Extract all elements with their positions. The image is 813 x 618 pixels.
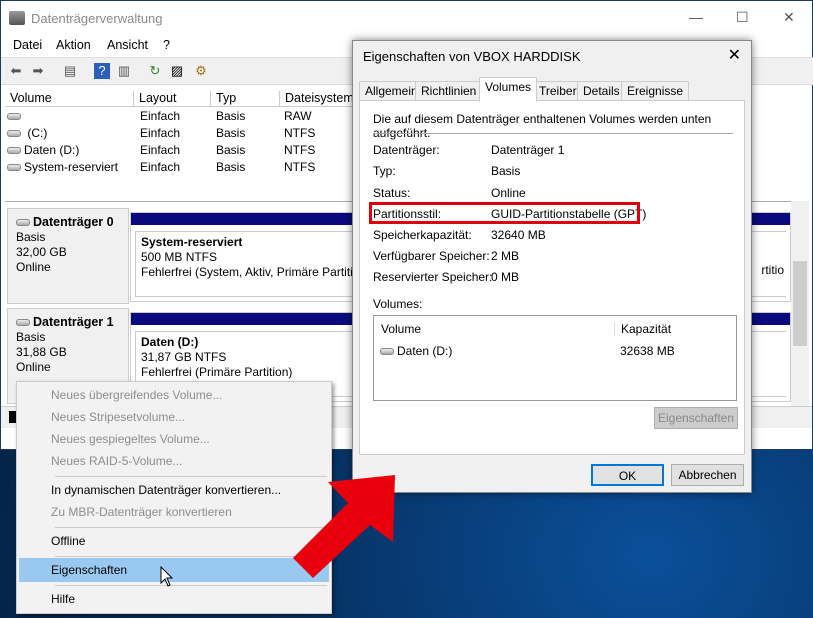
volume-properties-button[interactable]: Eigenschaften (654, 407, 738, 429)
menu-item-help[interactable]: Hilfe (19, 587, 329, 611)
col-volume[interactable]: Volume (5, 91, 52, 107)
menu-item-convert-dynamic[interactable]: In dynamischen Datenträger konvertieren.… (19, 478, 329, 502)
back-icon[interactable]: ⬅ (8, 63, 24, 79)
tab-ereignisse[interactable]: Ereignisse (621, 81, 690, 101)
drive-icon (7, 147, 21, 155)
col-layout[interactable]: Layout (133, 91, 209, 107)
intro-text: Die auf diesem Datenträger enthaltenen V… (373, 112, 712, 140)
drive-icon (7, 130, 21, 138)
col-volume[interactable]: Volume (381, 322, 421, 336)
dialog-title: Eigenschaften von VBOX HARDDISK (363, 49, 581, 64)
settings-icon[interactable]: ⚙ (193, 63, 209, 79)
col-typ[interactable]: Typ (210, 91, 278, 107)
maximize-button[interactable]: ☐ (736, 9, 749, 26)
dialog-close-button[interactable]: ✕ (728, 45, 741, 65)
menu-separator (55, 585, 327, 586)
ok-button[interactable]: OK (591, 464, 664, 486)
minimize-button[interactable]: — (689, 9, 703, 25)
window-title: Datenträgerverwaltung (31, 11, 163, 26)
table-row[interactable]: System-reserviert Einfach Basis NTFS (1, 160, 353, 177)
red-arrow-annotation (293, 475, 395, 578)
tab-treiber[interactable]: Treiber (533, 81, 583, 101)
close-button[interactable]: ✕ (783, 9, 795, 26)
partition-style-highlight (369, 202, 640, 224)
cancel-button[interactable]: Abbrechen (671, 464, 744, 486)
menu-item-properties[interactable]: Eigenschaften (19, 558, 329, 582)
refresh-icon[interactable]: ↻ (147, 63, 163, 79)
tab-richtlinien[interactable]: Richtlinien (415, 81, 483, 101)
table-row[interactable]: Daten (D:) Einfach Basis NTFS (1, 143, 353, 160)
menu-ansicht[interactable]: Ansicht (107, 38, 148, 52)
menu-aktion[interactable]: Aktion (56, 38, 91, 52)
list-item[interactable]: Daten (D:) 32638 MB (374, 342, 736, 360)
table-row[interactable]: (C:) Einfach Basis NTFS (1, 126, 353, 143)
tab-allgemein[interactable]: Allgemein (359, 81, 424, 101)
volumes-label: Volumes: (373, 297, 423, 311)
disk-icon (16, 219, 30, 227)
disk-0-label[interactable]: Datenträger 0 Basis 32,00 GB Online (7, 208, 129, 304)
volumes-list: Volume Kapazität Daten (D:) 32638 MB (373, 315, 737, 401)
col-dateisystem[interactable]: Dateisystem (279, 91, 355, 107)
menu-item-convert-mbr[interactable]: Zu MBR-Datenträger konvertieren (19, 500, 329, 524)
menu-item-new-mirrored-volume[interactable]: Neues gespiegeltes Volume... (19, 427, 329, 451)
properties-icon[interactable]: ▨ (169, 63, 185, 79)
disk-view-scrollbar[interactable] (791, 201, 809, 406)
properties-dialog: Eigenschaften von VBOX HARDDISK ✕ Allgem… (352, 40, 752, 493)
drive-icon (380, 348, 394, 356)
col-kapazitaet[interactable]: Kapazität (614, 322, 671, 336)
action-pane-icon[interactable]: ▥ (116, 63, 132, 79)
tab-volumes[interactable]: Volumes (479, 77, 538, 102)
menu-item-offline[interactable]: Offline (19, 529, 329, 553)
app-icon (9, 11, 25, 25)
menu-item-new-spanned-volume[interactable]: Neues übergreifendes Volume... (19, 383, 329, 407)
divider (373, 133, 733, 134)
menu-item-new-striped-volume[interactable]: Neues Stripesetvolume... (19, 405, 329, 429)
drive-icon (7, 113, 21, 121)
forward-icon[interactable]: ➡ (30, 63, 46, 79)
console-tree-icon[interactable]: ▤ (62, 63, 78, 79)
drive-icon (7, 164, 21, 172)
volumes-tab-page: Die auf diesem Datenträger enthaltenen V… (359, 100, 745, 455)
help-icon[interactable]: ? (94, 63, 110, 79)
volume-list-header: Volume Layout Typ Dateisystem (5, 89, 355, 107)
tab-details[interactable]: Details (577, 81, 626, 101)
table-row[interactable]: Einfach Basis RAW (1, 109, 353, 126)
menu-help[interactable]: ? (163, 38, 170, 52)
menu-item-new-raid5-volume[interactable]: Neues RAID-5-Volume... (19, 449, 329, 473)
mouse-cursor-icon (160, 566, 174, 587)
menu-datei[interactable]: Datei (13, 38, 42, 52)
disk-icon (16, 319, 30, 327)
